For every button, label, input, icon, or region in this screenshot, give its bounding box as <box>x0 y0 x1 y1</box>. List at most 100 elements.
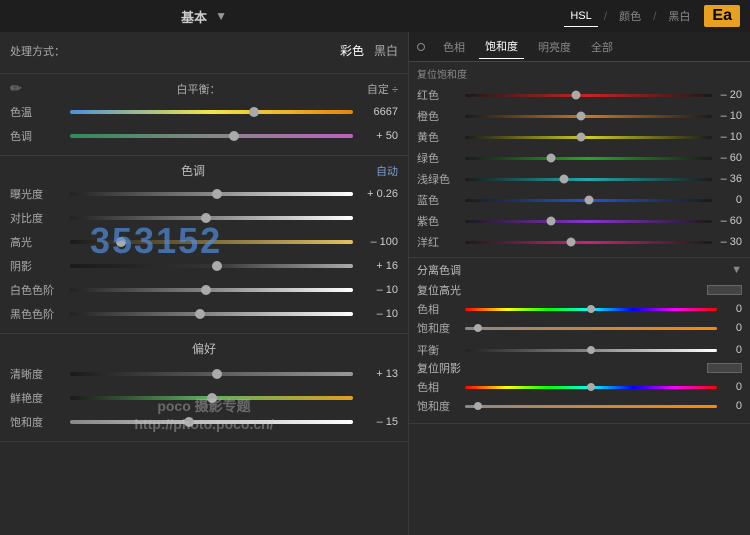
basic-title: 基本 <box>181 7 207 26</box>
left-panel-header: 基本 ▼ <box>0 7 408 26</box>
st-highlight-hue-label: 色相 <box>417 301 465 317</box>
tone-title: 色调 <box>10 162 376 179</box>
st-shadow-hue-slider[interactable] <box>465 380 717 394</box>
highlight-slider[interactable] <box>70 235 353 249</box>
st-shadow-hue-thumb[interactable] <box>587 383 595 391</box>
sep1: / <box>604 9 607 23</box>
purple-slider[interactable] <box>465 214 712 228</box>
camera-icon[interactable]: ✏ <box>10 80 30 97</box>
blue-slider[interactable] <box>465 193 712 207</box>
yellow-slider[interactable] <box>465 130 712 144</box>
magenta-label: 洋红 <box>417 234 465 250</box>
preference-section: 偏好 清晰度 + 13 鲜艳度 <box>0 334 408 442</box>
clarity-thumb[interactable] <box>212 369 222 379</box>
blue-label: 蓝色 <box>417 192 465 208</box>
st-highlight-hue-row: 色相 0 <box>417 300 742 318</box>
purple-value: – 60 <box>712 215 742 227</box>
st-highlight-hue-thumb[interactable] <box>587 305 595 313</box>
temp-slider[interactable] <box>70 105 353 119</box>
st-shadow-subsection: 复位阴影 色相 0 饱和度 <box>417 360 742 415</box>
wb-value[interactable]: 自定 ÷ <box>367 81 398 97</box>
yellow-row: 黄色 – 10 <box>417 127 742 147</box>
tint-thumb[interactable] <box>229 131 239 141</box>
clarity-slider[interactable] <box>70 367 353 381</box>
green-thumb[interactable] <box>547 154 556 163</box>
white-clip-slider[interactable] <box>70 283 353 297</box>
st-shadow-swatch[interactable] <box>707 363 742 373</box>
black-clip-slider[interactable] <box>70 307 353 321</box>
magenta-slider[interactable] <box>465 235 712 249</box>
right-panel: 色相 饱和度 明亮度 全部 复位饱和度 红色 – 20 橙色 <box>408 32 750 535</box>
left-saturation-value: – 15 <box>353 416 398 428</box>
rp-tab-brightness[interactable]: 明亮度 <box>532 35 577 59</box>
contrast-thumb[interactable] <box>201 213 211 223</box>
st-reset-shadow[interactable]: 复位阴影 <box>417 360 461 376</box>
black-clip-label: 黑色色阶 <box>10 306 70 322</box>
rp-tab-all[interactable]: 全部 <box>585 35 619 59</box>
shadow-row: 阴影 + 16 <box>10 255 398 277</box>
rp-tab-saturation[interactable]: 饱和度 <box>479 34 524 59</box>
st-highlight-swatch[interactable] <box>707 285 742 295</box>
green-slider[interactable] <box>465 151 712 165</box>
exposure-slider[interactable] <box>70 187 353 201</box>
left-saturation-slider[interactable] <box>70 415 353 429</box>
mode-bw[interactable]: 黑白 <box>374 42 398 59</box>
temp-label: 色温 <box>10 104 70 120</box>
tab-bw[interactable]: 黑白 <box>662 4 696 28</box>
temp-row: 色温 6667 <box>10 101 398 123</box>
left-saturation-thumb[interactable] <box>184 417 194 427</box>
orange-value: – 10 <box>712 110 742 122</box>
shadow-thumb[interactable] <box>212 261 222 271</box>
orange-thumb[interactable] <box>577 112 586 121</box>
st-balance-label: 平衡 <box>417 342 465 358</box>
st-balance-thumb[interactable] <box>587 346 595 354</box>
vibrance-thumb[interactable] <box>207 393 217 403</box>
preference-header: 偏好 <box>10 340 398 357</box>
aqua-slider[interactable] <box>465 172 712 186</box>
blue-thumb[interactable] <box>584 196 593 205</box>
st-highlight-sat-slider[interactable] <box>465 321 717 335</box>
white-clip-row: 白色色阶 – 10 <box>10 279 398 301</box>
st-shadow-sat-value: 0 <box>717 400 742 412</box>
black-clip-thumb[interactable] <box>195 309 205 319</box>
shadow-slider[interactable] <box>70 259 353 273</box>
contrast-slider[interactable] <box>70 211 353 225</box>
tab-hsl[interactable]: HSL <box>564 6 597 27</box>
tab-color[interactable]: 颜色 <box>613 4 647 28</box>
sep2: / <box>653 9 656 23</box>
tone-header: 色调 自动 <box>10 162 398 179</box>
tint-slider[interactable] <box>70 129 353 143</box>
st-reset-highlight[interactable]: 复位高光 <box>417 282 461 298</box>
basic-arrow[interactable]: ▼ <box>215 9 227 23</box>
st-highlight-sat-value: 0 <box>717 322 742 334</box>
red-slider[interactable] <box>465 88 712 102</box>
rp-tab-hue[interactable]: 色相 <box>437 35 471 59</box>
purple-thumb[interactable] <box>547 217 556 226</box>
st-arrow[interactable]: ▼ <box>731 264 742 276</box>
highlight-thumb[interactable] <box>116 237 126 247</box>
tint-row: 色调 + 50 <box>10 125 398 147</box>
magenta-thumb[interactable] <box>567 238 576 247</box>
white-clip-value: – 10 <box>353 284 398 296</box>
right-panel-header: HSL / 颜色 / 黑白 Ea <box>408 4 750 28</box>
st-highlight-hue-slider[interactable] <box>465 302 717 316</box>
st-highlight-sat-thumb[interactable] <box>474 324 482 332</box>
mode-color[interactable]: 彩色 <box>340 42 364 59</box>
orange-slider[interactable] <box>465 109 712 123</box>
st-balance-slider[interactable] <box>465 343 717 357</box>
vibrance-slider[interactable] <box>70 391 353 405</box>
yellow-thumb[interactable] <box>577 133 586 142</box>
left-saturation-row: 饱和度 – 15 <box>10 411 398 433</box>
yellow-label: 黄色 <box>417 129 465 145</box>
temp-thumb[interactable] <box>249 107 259 117</box>
red-thumb[interactable] <box>572 91 581 100</box>
exposure-thumb[interactable] <box>212 189 222 199</box>
tone-auto-btn[interactable]: 自动 <box>376 163 398 179</box>
hsl-reset-header: 复位饱和度 <box>417 66 742 81</box>
st-shadow-sat-slider[interactable] <box>465 399 717 413</box>
white-clip-thumb[interactable] <box>201 285 211 295</box>
aqua-thumb[interactable] <box>559 175 568 184</box>
st-shadow-sat-thumb[interactable] <box>474 402 482 410</box>
reset-saturation-btn[interactable]: 复位饱和度 <box>417 66 467 81</box>
contrast-row: 对比度 <box>10 207 398 229</box>
